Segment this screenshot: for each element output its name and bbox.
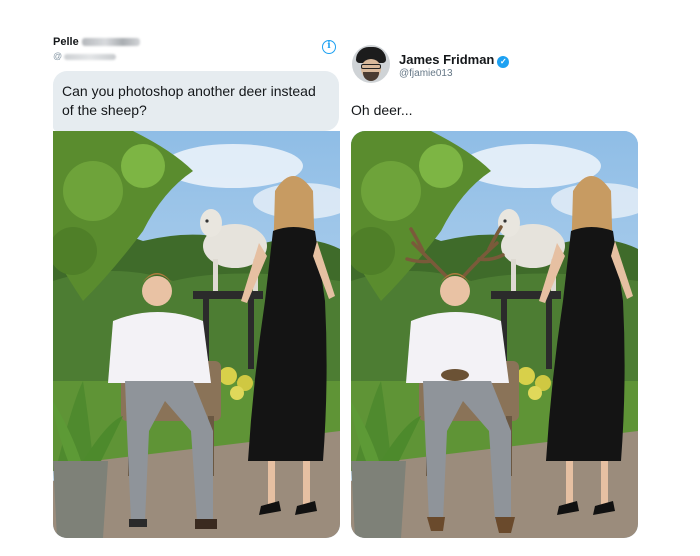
original-photo[interactable]	[53, 131, 340, 538]
original-photo-scene	[53, 131, 340, 538]
verified-badge-icon: ✓	[497, 56, 510, 68]
info-icon[interactable]: i	[322, 40, 336, 54]
request-tweet-header: Pelle @ i	[53, 36, 340, 72]
reply-author-name-text: James Fridman	[399, 52, 495, 67]
avatar-beard	[363, 72, 379, 81]
request-message-bubble: Can you photoshop another deer instead o…	[53, 71, 339, 131]
request-message-text: Can you photoshop another deer instead o…	[62, 83, 316, 118]
reply-author-name[interactable]: James Fridman ✓	[399, 52, 510, 68]
request-author-name[interactable]: Pelle	[53, 36, 140, 48]
reply-author-handle[interactable]: @fjamie013	[399, 68, 453, 79]
request-author-handle[interactable]: @	[53, 51, 117, 61]
avatar[interactable]	[352, 45, 390, 83]
edited-photo-scene	[351, 131, 638, 538]
reply-message-text: Oh deer...	[351, 102, 413, 118]
avatar-glasses	[361, 64, 381, 69]
blurred-handle	[64, 53, 117, 60]
edited-photo[interactable]	[351, 131, 638, 538]
request-handle-prefix: @	[53, 51, 63, 61]
blurred-surname	[81, 38, 140, 47]
request-author-name-text: Pelle	[53, 36, 79, 48]
